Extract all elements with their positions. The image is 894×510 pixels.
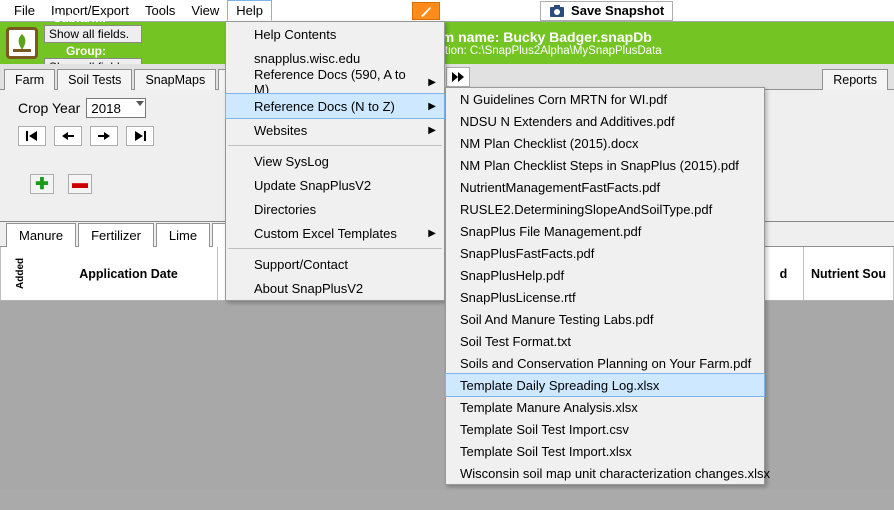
farm-name-value: Bucky Badger.snapDb: [503, 29, 652, 45]
first-icon: [25, 131, 39, 141]
menu-help[interactable]: Help: [227, 0, 272, 21]
tab-snapmaps[interactable]: SnapMaps: [134, 69, 216, 90]
help-menu-item[interactable]: Update SnapPlusV2: [226, 173, 444, 197]
help-menu-item[interactable]: Reference Docs (N to Z)▶: [226, 94, 444, 118]
nav-next-fast[interactable]: [446, 67, 470, 87]
menu-file[interactable]: File: [6, 1, 43, 20]
next-icon: [97, 132, 111, 140]
reference-doc-item[interactable]: Soils and Conservation Planning on Your …: [446, 352, 764, 374]
reference-doc-item[interactable]: N Guidelines Corn MRTN for WI.pdf: [446, 88, 764, 110]
reference-doc-item[interactable]: SnapPlusLicense.rtf: [446, 286, 764, 308]
reference-doc-item[interactable]: Soil And Manure Testing Labs.pdf: [446, 308, 764, 330]
col-added[interactable]: Added: [0, 247, 40, 300]
add-button[interactable]: ✚: [30, 174, 54, 194]
subtab-manure[interactable]: Manure: [6, 223, 76, 247]
menu-tools[interactable]: Tools: [137, 1, 183, 20]
nav-next[interactable]: [90, 126, 118, 146]
nav-first[interactable]: [18, 126, 46, 146]
subfarm-value: Show all fields.: [49, 27, 129, 41]
help-menu-item[interactable]: Websites▶: [226, 118, 444, 142]
plus-icon: ✚: [35, 174, 48, 194]
nav-last[interactable]: [126, 126, 154, 146]
reference-docs-submenu: N Guidelines Corn MRTN for WI.pdfNDSU N …: [445, 87, 765, 485]
reference-doc-item[interactable]: SnapPlusFastFacts.pdf: [446, 242, 764, 264]
reference-doc-item[interactable]: Template Soil Test Import.csv: [446, 418, 764, 440]
col-application-date[interactable]: Application Date: [40, 247, 218, 300]
submenu-arrow-icon: ▶: [428, 228, 436, 239]
reference-doc-item[interactable]: Template Daily Spreading Log.xlsx: [446, 374, 764, 396]
tab-reports[interactable]: Reports: [822, 69, 888, 90]
reference-doc-item[interactable]: NutrientManagementFastFacts.pdf: [446, 176, 764, 198]
reference-doc-item[interactable]: NDSU N Extenders and Additives.pdf: [446, 110, 764, 132]
save-snapshot-button[interactable]: Save Snapshot: [540, 1, 673, 21]
reference-doc-item[interactable]: NM Plan Checklist (2015).docx: [446, 132, 764, 154]
reference-doc-item[interactable]: SnapPlusHelp.pdf: [446, 264, 764, 286]
reference-doc-item[interactable]: Soil Test Format.txt: [446, 330, 764, 352]
remove-button[interactable]: ▬: [68, 174, 92, 194]
submenu-arrow-icon: ▶: [428, 125, 436, 136]
prev-icon: [61, 132, 75, 140]
reference-doc-item[interactable]: RUSLE2.DeterminingSlopeAndSoilType.pdf: [446, 198, 764, 220]
help-menu-item[interactable]: Directories: [226, 197, 444, 221]
tab-soil-tests[interactable]: Soil Tests: [57, 69, 132, 90]
minus-icon: ▬: [72, 175, 88, 193]
app-icon: [6, 27, 38, 59]
forward-fast-icon: [451, 72, 465, 82]
reference-doc-item[interactable]: SnapPlus File Management.pdf: [446, 220, 764, 242]
reference-doc-item[interactable]: NM Plan Checklist Steps in SnapPlus (201…: [446, 154, 764, 176]
help-menu-item[interactable]: Custom Excel Templates▶: [226, 221, 444, 245]
subfarm-select[interactable]: Show all fields.: [44, 25, 142, 43]
reference-doc-item[interactable]: Wisconsin soil map unit characterization…: [446, 462, 764, 484]
subtab-fertilizer[interactable]: Fertilizer: [78, 223, 154, 247]
chevron-down-icon[interactable]: [136, 101, 144, 106]
last-icon: [133, 131, 147, 141]
help-menu-item[interactable]: About SnapPlusV2: [226, 276, 444, 300]
submenu-arrow-icon: ▶: [428, 77, 436, 88]
col-nutrient-source[interactable]: Nutrient Sou: [804, 247, 894, 300]
camera-icon: [549, 4, 565, 18]
col-d[interactable]: d: [764, 247, 804, 300]
subfarm-label: Subfarm:: [44, 11, 106, 25]
help-menu-item[interactable]: Support/Contact: [226, 252, 444, 276]
tab-farm[interactable]: Farm: [4, 69, 55, 90]
submenu-arrow-icon: ▶: [428, 101, 436, 112]
farm-location-value: C:\SnapPlus2Alpha\MySnapPlusData: [470, 45, 662, 57]
help-menu-item[interactable]: View SysLog: [226, 149, 444, 173]
help-menu-item[interactable]: Reference Docs (590, A to M)▶: [226, 70, 444, 94]
reference-doc-item[interactable]: Template Soil Test Import.xlsx: [446, 440, 764, 462]
subtab-lime[interactable]: Lime: [156, 223, 210, 247]
help-menu-item[interactable]: Help Contents: [226, 22, 444, 46]
crop-year-label: Crop Year: [18, 100, 80, 116]
save-snapshot-label: Save Snapshot: [571, 3, 664, 18]
farm-info-bar: Subfarm: Show all fields. Group: Show al…: [0, 22, 894, 64]
group-label: Group:: [44, 44, 106, 58]
reference-doc-item[interactable]: Template Manure Analysis.xlsx: [446, 396, 764, 418]
nav-prev[interactable]: [54, 126, 82, 146]
quill-icon: [419, 4, 433, 18]
farm-name-panel: Farm name: Bucky Badger.snapDb Location:…: [420, 29, 662, 57]
menu-view[interactable]: View: [183, 1, 227, 20]
help-menu: Help Contentssnapplus.wisc.eduReference …: [225, 21, 445, 301]
quill-button[interactable]: [412, 2, 440, 20]
